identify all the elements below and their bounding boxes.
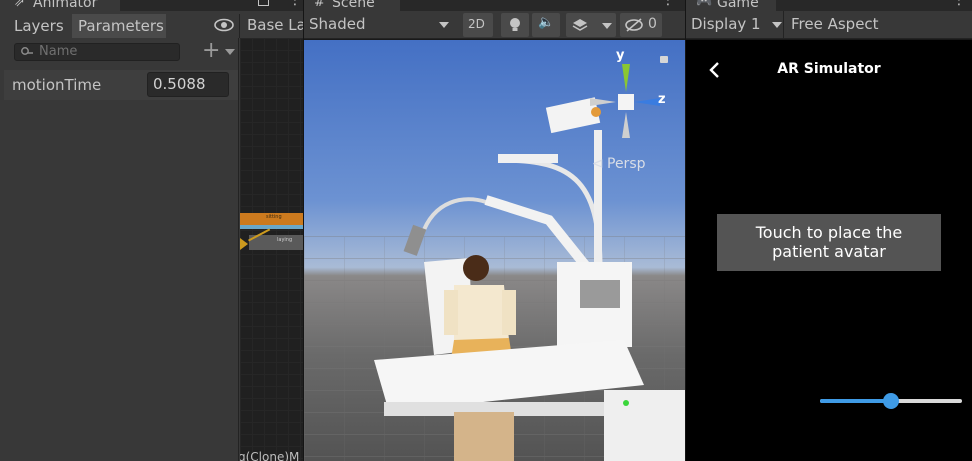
gizmo-z-label: z [658,92,666,107]
display-label: Display 1 [691,15,761,33]
projection-label[interactable]: Persp [607,156,646,172]
layer-breadcrumb-label: Base La [247,16,306,34]
tab-layers-label: Layers [14,17,64,35]
transition-arrow [240,238,248,250]
animator-graph[interactable]: sitting laying g(Clone)M [240,38,303,461]
speaker-icon: 🔈 [538,15,555,30]
gizmo-center [618,94,634,110]
parameter-value-field[interactable]: 0.5088 [147,72,229,97]
game-tab[interactable]: 🎮 Game [686,0,776,11]
state-node-label: laying [277,237,293,243]
more-options-icon[interactable]: ⋮ [288,0,302,8]
effects-dropdown[interactable] [566,13,616,37]
lock-icon[interactable] [660,56,668,63]
maximize-icon[interactable] [258,0,269,6]
game-toolbar: Display 1 Free Aspect [686,11,972,39]
motion-slider[interactable] [820,393,962,409]
state-node-label: sitting [266,214,282,220]
state-link [240,225,303,229]
shading-mode-label: Shaded [309,15,366,33]
layer-breadcrumb[interactable]: Base La [239,14,306,38]
more-options-icon[interactable]: ⋮ [952,0,966,8]
add-parameter-icon[interactable]: + [202,38,220,63]
add-parameter-dropdown-icon[interactable] [225,49,235,55]
animator-tab[interactable]: ⇗ Animator [0,0,120,11]
aspect-label: Free Aspect [791,15,879,33]
animator-tab-title: Animator [33,0,98,11]
display-dropdown[interactable]: Display 1 [686,11,784,39]
more-options-icon[interactable]: ⋮ [661,0,675,8]
parameters-list [0,38,239,461]
gizmo-z-cone [634,98,660,106]
slider-fill [820,399,891,403]
lighting-toggle[interactable] [501,13,529,37]
gizmo-x-cone [590,98,616,106]
scene-tab[interactable]: # Scene [304,0,400,11]
prompt-line-2: patient avatar [772,242,886,261]
gizmo-neg-y-cone [622,112,630,138]
chevron-down-icon [439,22,449,28]
chevron-down-icon [772,22,782,28]
scene-toolbar: Shaded 2D 🔈 0 [304,11,685,39]
scene-tab-title: Scene [332,0,375,11]
chevron-down-icon [602,23,612,29]
toggle-2d-button[interactable]: 2D [463,13,493,37]
game-viewport[interactable]: AR Simulator Touch to place the patient … [686,40,972,461]
search-icon [21,47,33,55]
state-node-sitting[interactable]: sitting [240,213,303,225]
scene-viewport[interactable]: y z ⊲ Persp [304,40,685,461]
game-tab-title: Game [717,0,759,11]
prompt-line-1: Touch to place the [755,223,903,242]
graph-bottom-label: g(Clone)M [240,450,300,461]
gamepad-icon: 🎮 [696,0,713,9]
slider-thumb[interactable] [883,393,899,409]
layers-icon [572,19,588,31]
tab-layers[interactable]: Layers [8,14,70,38]
hidden-objects-toggle[interactable]: 0 [620,13,662,37]
app-title: AR Simulator [777,61,881,77]
scene-tab-bar: # Scene ⋮ [304,0,685,11]
aspect-dropdown[interactable]: Free Aspect [786,11,972,39]
exam-chair-illustration [374,97,685,461]
shading-mode-dropdown[interactable]: Shaded [304,11,457,39]
tab-parameters[interactable]: Parameters [72,14,166,38]
game-tab-bar: 🎮 Game ⋮ [686,0,972,11]
hidden-count: 0 [648,16,657,32]
placement-prompt: Touch to place the patient avatar [717,214,941,271]
gizmo-y-cone [622,64,630,92]
lightbulb-icon [510,18,520,31]
tab-parameters-label: Parameters [78,17,164,35]
animator-window: ⇗ Animator ⋮ Layers Parameters Base La N… [0,0,306,461]
audio-toggle[interactable]: 🔈 [532,13,560,37]
parameter-search-input[interactable]: Name [14,43,180,61]
scene-grid-icon: # [314,0,325,10]
projection-arrow-icon: ⊲ [592,156,604,172]
parameter-name: motionTime [12,76,102,94]
animator-icon: ⇗ [14,0,25,10]
eye-icon[interactable] [214,18,234,32]
gizmo-y-label: y [616,48,625,63]
state-node-laying[interactable]: laying [249,235,303,250]
search-placeholder: Name [39,44,78,59]
eye-off-icon [625,18,643,32]
toggle-2d-label: 2D [468,17,485,31]
